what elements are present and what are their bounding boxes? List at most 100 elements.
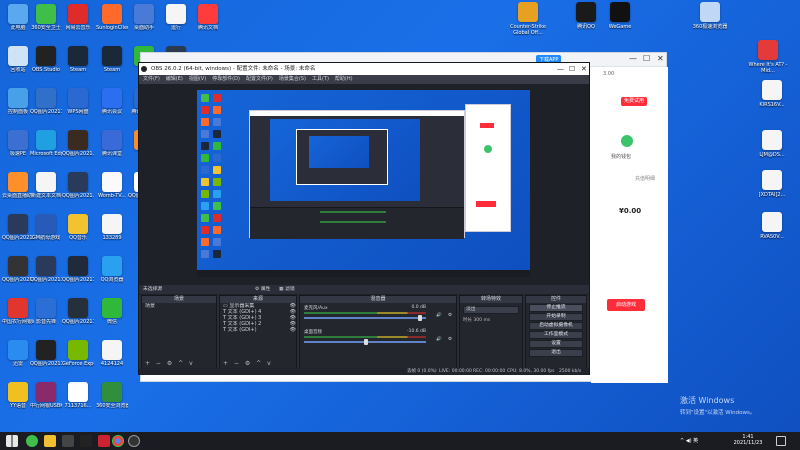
taskbar-360-icon[interactable] [26, 435, 38, 447]
obs-close-button[interactable]: ✕ [581, 63, 587, 75]
free-trial-button[interactable]: 免费试用 [621, 97, 647, 106]
desktop-column-7: 腾讯文档 [192, 2, 224, 44]
desktop-shortcut[interactable]: 腾讯会议 [96, 86, 128, 128]
desktop-shortcut[interactable]: 影音先锋 [30, 296, 62, 338]
desktop-shortcut[interactable]: RVAS0V... [752, 212, 792, 240]
desktop-shortcut[interactable]: 网易云音乐 [62, 2, 94, 44]
desktop-shortcut[interactable]: 新建文本文档 [30, 170, 62, 212]
taskbar-wegame-icon[interactable] [98, 435, 110, 447]
desktop-shortcut[interactable]: QQ图片20211017... [30, 86, 62, 128]
obs-control-button[interactable]: 启动虚拟摄像机 [529, 322, 583, 330]
taskbar-app2-icon[interactable] [80, 435, 92, 447]
taskbar-app-icon[interactable] [62, 435, 74, 447]
gear-icon[interactable]: ⚙ [448, 313, 452, 318]
desktop-shortcut[interactable]: 7113716... [62, 380, 94, 422]
desktop-shortcut[interactable]: KIRS16V... [752, 80, 792, 108]
obs-menu-item[interactable]: 停靠部件(D) [212, 75, 240, 84]
desktop-shortcut[interactable]: 桌面助手 [128, 2, 160, 44]
where-it-s-at-mid-icon [758, 40, 778, 60]
desktop-shortcut[interactable]: OBS Studio [30, 44, 62, 86]
desktop-shortcut[interactable]: QQ图片20211016... [62, 254, 94, 296]
obs-menu-item[interactable]: 场景集合(S) [279, 75, 306, 84]
speaker-icon[interactable]: 🔊 [436, 313, 442, 318]
properties-button[interactable]: ⚙ 属性 [255, 285, 270, 294]
gear-icon[interactable]: ⚙ [448, 337, 452, 342]
scenes-footer-controls[interactable]: + − ⚙ ^ v [145, 360, 195, 367]
taskbar-obs-icon[interactable] [128, 435, 140, 447]
desktop-shortcut[interactable]: 微信 [96, 296, 128, 338]
volume-slider[interactable] [304, 317, 426, 319]
obs-control-button[interactable]: 开始录制 [529, 313, 583, 321]
obs-menu-item[interactable]: 文件(F) [143, 75, 160, 84]
desktop-shortcut[interactable]: 运行 [160, 2, 192, 44]
obs-menu-item[interactable]: 帮助(H) [335, 75, 353, 84]
desktop-shortcut[interactable]: Steam [62, 44, 94, 86]
desktop-shortcut[interactable]: Where It's AT? - Mid... [748, 40, 788, 74]
desktop-shortcut[interactable]: QQ图片20211016... [30, 254, 62, 296]
preview-taskbar [197, 270, 530, 277]
sources-footer-controls[interactable]: + − ⚙ ^ v [223, 360, 273, 367]
taskbar-explorer-icon[interactable] [44, 435, 56, 447]
transition-select[interactable]: 淡出 [463, 306, 519, 314]
desktop-shortcut-label: 4124124 [100, 361, 124, 367]
desktop-shortcut[interactable]: QQ浏览器 [96, 254, 128, 296]
desktop-shortcut[interactable]: 腾讯文档 [192, 2, 224, 44]
desktop-shortcut[interactable]: QQ音乐 [62, 212, 94, 254]
volume-slider-handle[interactable] [418, 315, 422, 321]
desktop-shortcut[interactable]: 133289 [96, 212, 128, 254]
system-tray-icons[interactable]: ^ ◀) 英 [680, 437, 698, 444]
desktop-shortcut[interactable]: 360安全浏览器 [96, 380, 128, 422]
visibility-icon[interactable]: 👁 [290, 327, 296, 333]
scene-item[interactable]: 场景 [142, 303, 216, 309]
desktop-shortcut[interactable]: WPS网盘 [62, 86, 94, 128]
desktop-shortcut[interactable]: WeGame [600, 2, 640, 30]
controls-panel-title: 控件 [526, 296, 586, 303]
obs-menu-item[interactable]: 视图(V) [189, 75, 206, 84]
obs-control-button[interactable]: 工作室模式 [529, 331, 583, 339]
desktop-shortcut[interactable]: QQ图片20211017... [30, 338, 62, 380]
close-button[interactable]: ✕ [657, 54, 664, 63]
obs-minimize-button[interactable]: — [557, 63, 564, 75]
obs-maximize-button[interactable]: ☐ [569, 63, 575, 75]
start-button[interactable] [6, 435, 18, 447]
obs-menu-item[interactable]: 配置文件(P) [246, 75, 273, 84]
clock[interactable]: 1:41 2021/11/23 [733, 434, 763, 446]
desktop-shortcut[interactable]: Microsoft Edge [30, 128, 62, 170]
desktop-shortcut[interactable]: Womb-TV... [96, 170, 128, 212]
desktop-shortcut[interactable]: SunloginClient [96, 2, 128, 44]
speaker-icon[interactable]: 🔊 [436, 337, 442, 342]
desktop-shortcut[interactable]: GeForce Experience [62, 338, 94, 380]
desktop-shortcut[interactable]: Steam [96, 44, 128, 86]
desktop-shortcut[interactable]: 360安全卫士 [30, 2, 62, 44]
filters-button[interactable]: ▦ 滤镜 [279, 285, 295, 294]
desktop-shortcut[interactable]: QQ图片2021... [62, 170, 94, 212]
desktop-shortcut[interactable]: QQ图片2021... [62, 128, 94, 170]
minimize-button[interactable]: — [629, 54, 637, 63]
recharge-details-link[interactable]: 充值明细 [635, 175, 655, 182]
desktop-shortcut[interactable]: Counter-Strike Global Off... [508, 2, 548, 36]
desktop-shortcut[interactable]: GM航母游戏 [30, 212, 62, 254]
source-item[interactable]: T 文本 (GDI+) 👁 [220, 327, 296, 333]
volume-slider-handle[interactable] [364, 339, 368, 345]
maximize-button[interactable]: ☐ [643, 54, 650, 63]
desktop-shortcut-label: RVAS0V... [760, 234, 784, 240]
desktop-shortcut[interactable]: 360极速浏览器 [690, 2, 730, 30]
desktop-shortcut[interactable]: 腾讯课堂 [96, 128, 128, 170]
taskbar-chrome-icon[interactable] [112, 435, 124, 447]
amount-text: ¥0.00 [619, 207, 642, 215]
obs-control-button[interactable]: 停止推流 [529, 304, 583, 312]
notification-icon[interactable] [776, 436, 786, 446]
obs-menu-item[interactable]: 编辑(E) [166, 75, 183, 84]
obs-window[interactable]: OBS 26.0.2 (64-bit, windows) - 配置文件: 未命名… [138, 62, 590, 375]
desktop-shortcut[interactable]: 中行网银USBKey [30, 380, 62, 422]
desktop-shortcut[interactable]: QQ图片20211016... [62, 296, 94, 338]
desktop-shortcut[interactable]: [XDTAI]2... [752, 170, 792, 198]
obs-control-button[interactable]: 设置 [529, 340, 583, 348]
desktop-shortcut[interactable]: 4124124 [96, 338, 128, 380]
app-icon [8, 46, 28, 66]
obs-control-button[interactable]: 退出 [529, 349, 583, 357]
duration-value[interactable]: 300 ms [473, 318, 490, 323]
obs-menu-item[interactable]: 工具(T) [312, 75, 329, 84]
launch-game-button[interactable]: 启动游戏 [607, 299, 645, 311]
desktop-shortcut[interactable]: LJM@DS... [752, 130, 792, 158]
